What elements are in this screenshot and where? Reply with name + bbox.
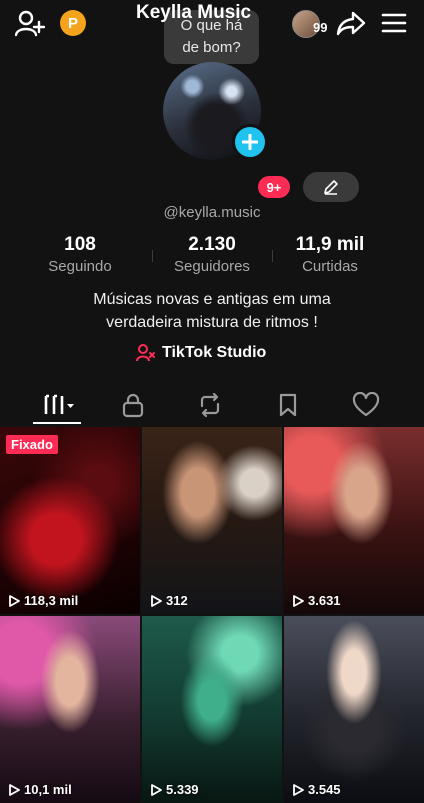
stat-value: 108 [64,234,96,255]
repost-icon [200,392,220,418]
lock-icon [122,393,144,418]
view-count-label: 312 [166,593,188,608]
bookmark-icon [279,393,297,417]
video-thumbnail[interactable]: 5.339 [142,616,282,803]
play-icon [9,783,20,796]
profile-bio: Músicas novas e antigas em uma verdadeir… [0,288,424,334]
menu-icon[interactable] [380,10,408,36]
stat-label: Seguindo [48,258,112,275]
stat-label: Seguidores [174,258,250,275]
edit-profile-button[interactable] [303,172,359,202]
stat-likes[interactable]: 11,9 mil Curtidas [270,234,390,275]
friends-count: 99 [313,20,328,35]
video-thumbnail[interactable]: 3.545 [284,616,424,803]
view-count-label: 3.631 [308,593,341,608]
profile-handle: @keylla.music [163,204,261,221]
stat-value: 2.130 [188,234,236,255]
studio-label: TikTok Studio [162,344,267,361]
play-icon [293,783,304,796]
view-count: 3.631 [292,593,341,608]
video-thumbnail[interactable]: 10,1 mil [0,616,140,803]
view-count-label: 118,3 mil [24,593,79,608]
view-count-label: 10,1 mil [24,782,72,797]
notification-badge[interactable]: 9+ [258,176,290,198]
bio-line-1: Músicas novas e antigas em uma [93,291,331,308]
studio-person-icon [136,344,155,362]
content-tabs [0,385,424,425]
play-icon [293,594,304,607]
tiktok-studio-link[interactable]: TikTok Studio [136,344,266,362]
stat-value: 11,9 mil [295,234,365,255]
view-count: 5.339 [150,782,199,797]
stat-following[interactable]: 108 Seguindo [20,234,140,275]
tab-saved[interactable] [258,385,318,425]
video-thumbnail[interactable]: 3.631 [284,427,424,614]
pinned-badge: Fixado [6,435,58,454]
view-count-label: 3.545 [308,782,341,797]
video-thumbnail[interactable]: Fixado 118,3 mil [0,427,140,614]
video-thumbnail[interactable]: 312 [142,427,282,614]
tab-reposts[interactable] [180,385,240,425]
view-count-label: 5.339 [166,782,199,797]
view-count: 118,3 mil [8,593,78,608]
stat-label: Curtidas [302,258,358,275]
profile-name: Keylla Music [136,2,252,23]
add-friend-icon[interactable] [14,8,46,38]
play-icon [9,594,20,607]
pencil-icon [324,180,338,195]
view-count: 10,1 mil [8,782,72,797]
videos-grid-icon [44,394,74,414]
heart-icon [352,392,380,417]
tab-videos[interactable] [30,385,90,425]
points-badge[interactable]: P [60,10,86,36]
play-icon [151,783,162,796]
tab-private[interactable] [103,385,163,425]
view-count: 312 [150,593,188,608]
share-icon[interactable] [335,8,367,38]
add-avatar-button[interactable] [232,124,268,160]
plus-icon [242,134,258,150]
active-tab-indicator [33,422,81,424]
bubble-line-2: de bom? [182,39,241,56]
play-icon [151,594,162,607]
tab-liked[interactable] [336,385,396,425]
stat-followers[interactable]: 2.130 Seguidores [152,234,272,275]
bio-line-2: verdadeira mistura de ritmos ! [106,314,318,331]
view-count: 3.545 [292,782,341,797]
